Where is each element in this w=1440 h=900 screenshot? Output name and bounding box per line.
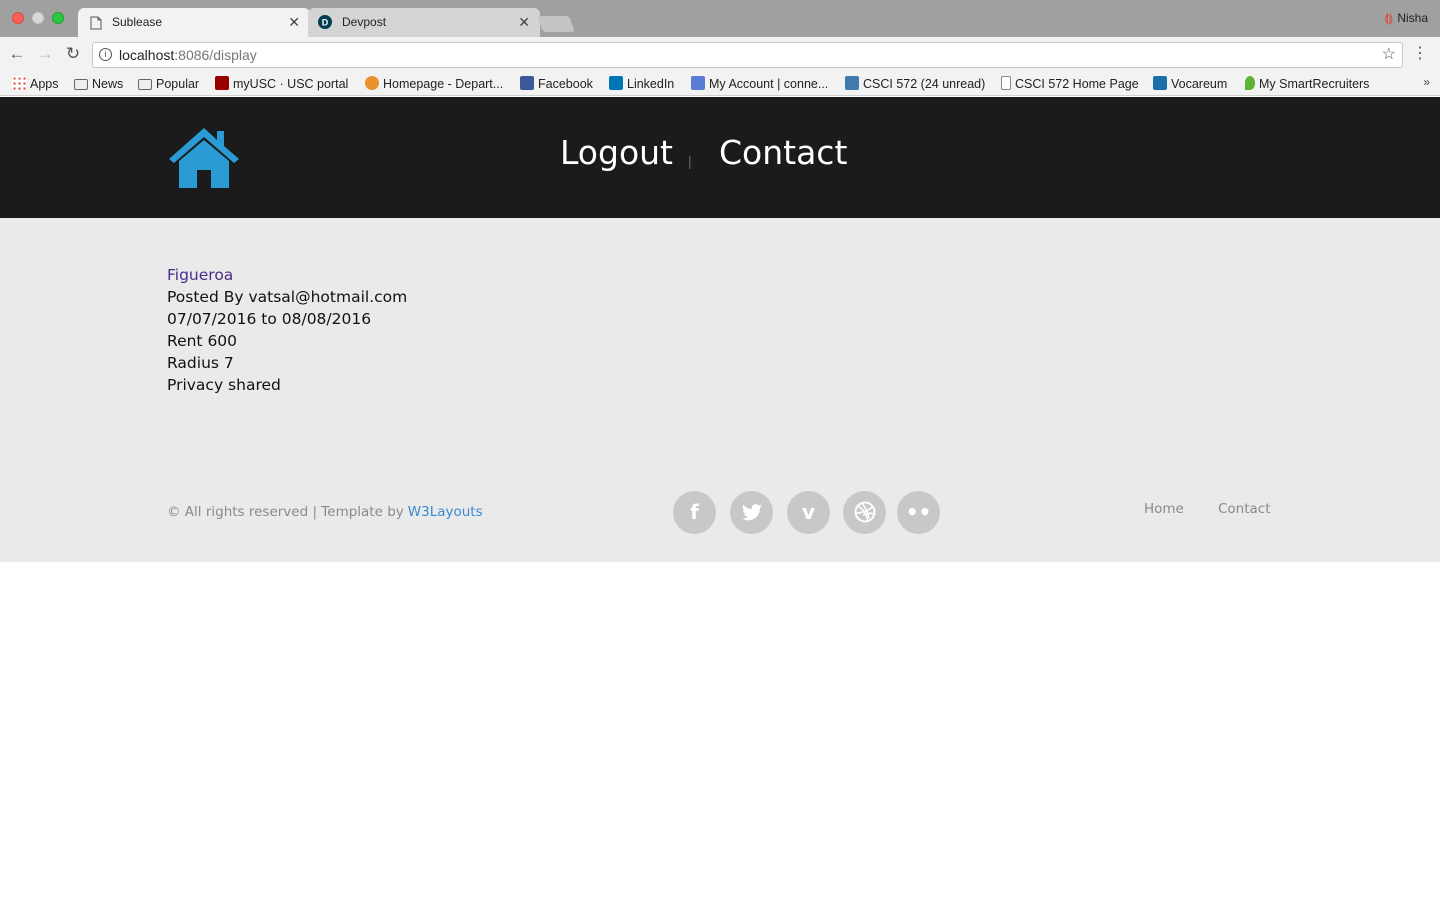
- bookmark-my-account[interactable]: My Account | conne...: [691, 75, 828, 93]
- w3layouts-link[interactable]: W3Layouts: [408, 504, 483, 520]
- profile-icon: ⟬⟭: [1384, 11, 1394, 25]
- listing-card: Figueroa Posted By vatsal@hotmail.com 07…: [167, 264, 407, 396]
- linkedin-icon: [609, 76, 623, 90]
- facebook-icon: [520, 76, 534, 90]
- profile-button[interactable]: ⟬⟭ Nisha: [1384, 11, 1428, 26]
- browser-titlebar: Sublease ✕ D Devpost ✕ ⟬⟭ Nisha: [0, 0, 1440, 37]
- bookmark-facebook[interactable]: Facebook: [520, 75, 593, 93]
- bookmarks-bar: Apps News Popular myUSC · USC portal Hom…: [0, 72, 1440, 96]
- flickr-icon[interactable]: ••: [897, 491, 940, 534]
- tab-close-icon[interactable]: ✕: [288, 8, 300, 37]
- account-icon: [691, 76, 705, 90]
- tab-close-icon[interactable]: ✕: [518, 8, 530, 37]
- listing-privacy: Privacy shared: [167, 376, 281, 394]
- close-window-button[interactable]: [12, 12, 24, 24]
- bookmark-homepage[interactable]: Homepage - Depart...: [365, 75, 503, 93]
- folder-icon: [74, 79, 88, 90]
- listing-radius: Radius 7: [167, 354, 234, 372]
- address-bar[interactable]: i localhost:8086/display ☆: [92, 42, 1403, 68]
- folder-icon: [138, 79, 152, 90]
- copyright-text: © All rights reserved | Template by: [167, 504, 404, 520]
- footer-contact-link[interactable]: Contact: [1218, 501, 1271, 517]
- minimize-window-button[interactable]: [32, 12, 44, 24]
- maximize-window-button[interactable]: [52, 12, 64, 24]
- devpost-icon: D: [318, 15, 332, 29]
- facebook-icon[interactable]: f: [673, 491, 716, 534]
- forward-arrow-icon[interactable]: →: [34, 43, 56, 65]
- new-tab-button[interactable]: [537, 16, 575, 32]
- main-content: Figueroa Posted By vatsal@hotmail.com 07…: [0, 218, 1440, 562]
- tab-sublease[interactable]: Sublease ✕: [78, 8, 310, 37]
- bookmark-star-icon[interactable]: ☆: [1382, 43, 1396, 67]
- dribbble-icon[interactable]: [843, 491, 886, 534]
- listing-dates: 07/07/2016 to 08/08/2016: [167, 310, 372, 328]
- usc-icon: [215, 76, 229, 90]
- bookmark-csci572-home[interactable]: CSCI 572 Home Page: [1001, 75, 1139, 93]
- bookmark-news[interactable]: News: [74, 75, 123, 93]
- listing-posted-by: Posted By vatsal@hotmail.com: [167, 288, 408, 306]
- apps-grid-icon: [12, 76, 26, 90]
- department-icon: [365, 76, 379, 90]
- site-header: Logout | Contact: [0, 97, 1440, 218]
- bookmark-linkedin[interactable]: LinkedIn: [609, 75, 674, 93]
- nav-separator: |: [688, 153, 692, 169]
- profile-name: Nisha: [1397, 11, 1428, 25]
- bookmark-myusc[interactable]: myUSC · USC portal: [215, 75, 348, 93]
- page-icon: [90, 16, 102, 30]
- listing-title-link[interactable]: Figueroa: [167, 266, 233, 284]
- home-icon[interactable]: [167, 125, 241, 189]
- footer-copyright: © All rights reserved | Template by W3Lay…: [167, 504, 483, 520]
- vocareum-icon: [1153, 76, 1167, 90]
- svg-text:D: D: [322, 18, 329, 28]
- tab-title: Devpost: [342, 15, 387, 29]
- reload-icon[interactable]: ↻: [62, 43, 84, 65]
- tab-devpost[interactable]: D Devpost ✕: [308, 8, 540, 37]
- footer-home-link[interactable]: Home: [1144, 501, 1184, 517]
- bookmark-popular[interactable]: Popular: [138, 75, 199, 93]
- piazza-icon: [845, 76, 859, 90]
- browser-toolbar: ← → ↻ i localhost:8086/display ☆ ⋮: [0, 37, 1440, 72]
- smartrecruiters-icon: [1245, 76, 1255, 90]
- logout-link[interactable]: Logout: [560, 133, 673, 172]
- browser-menu-icon[interactable]: ⋮: [1412, 43, 1428, 63]
- tab-title: Sublease: [112, 15, 163, 29]
- url-host: localhost: [119, 47, 175, 63]
- contact-link[interactable]: Contact: [719, 133, 847, 172]
- vimeo-icon[interactable]: v: [787, 491, 830, 534]
- bookmark-apps[interactable]: Apps: [12, 75, 59, 93]
- bookmark-csci572-piazza[interactable]: CSCI 572 (24 unread): [845, 75, 985, 93]
- listing-rent: Rent 600: [167, 332, 238, 350]
- twitter-icon[interactable]: [730, 491, 773, 534]
- url-path: :8086/display: [174, 47, 257, 63]
- back-arrow-icon[interactable]: ←: [6, 43, 28, 65]
- bookmarks-overflow-icon[interactable]: »: [1423, 75, 1430, 89]
- page-icon: [1001, 76, 1011, 90]
- bookmark-vocareum[interactable]: Vocareum: [1153, 75, 1227, 93]
- info-icon[interactable]: i: [99, 48, 112, 61]
- bookmark-smartrecruiters[interactable]: My SmartRecruiters: [1245, 75, 1369, 93]
